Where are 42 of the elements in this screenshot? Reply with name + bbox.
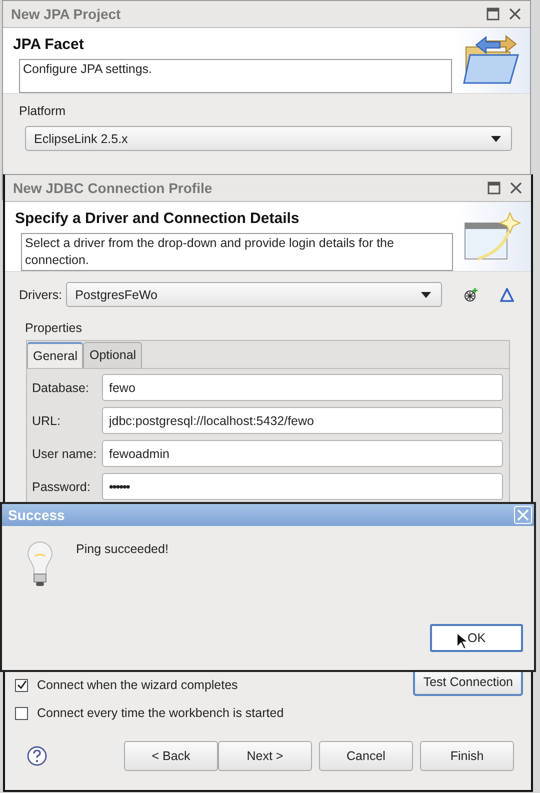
help-icon[interactable]	[27, 746, 47, 766]
caret-icon	[491, 136, 501, 142]
tab[interactable]: General	[27, 342, 84, 368]
checkbox-label[interactable]: Connect when the wizard completes	[37, 678, 238, 692]
field-label: Password:	[32, 480, 92, 494]
page-title: Specify a Driver and Connection Details	[15, 210, 300, 227]
checkbox[interactable]	[15, 678, 28, 692]
caret-icon	[421, 292, 432, 298]
input-field[interactable]: fewoadmin	[102, 440, 503, 467]
page-description: Configure JPA settings.	[19, 59, 452, 93]
checkbox[interactable]	[15, 706, 28, 720]
driver-dropdown[interactable]: PostgresFeWo	[66, 282, 442, 307]
page-description: Select a driver from the drop-down and provide login details for the connection.	[21, 233, 453, 271]
new-driver-icon[interactable]	[464, 288, 478, 302]
platform-dropdown[interactable]: EclipseLink 2.5.x	[25, 126, 512, 151]
input-field[interactable]: fewo	[102, 374, 503, 401]
field-label: Drivers:	[19, 288, 62, 302]
checkbox-label[interactable]: Connect every time the workbench is started	[37, 706, 284, 720]
field-label: User name:	[32, 446, 98, 460]
window-title: New JPA Project	[11, 6, 122, 22]
wizard-button[interactable]: Cancel	[319, 741, 413, 771]
close-icon[interactable]	[509, 181, 523, 195]
maximize-icon[interactable]	[486, 7, 500, 21]
maximize-icon[interactable]	[487, 181, 501, 195]
triangle-icon[interactable]	[500, 288, 514, 302]
field-label: Database:	[32, 380, 90, 394]
wizard-button[interactable]: Next >	[218, 741, 312, 771]
field-label: Platform	[19, 104, 67, 118]
dialog-title: Success	[8, 507, 66, 523]
tab[interactable]: Optional	[83, 342, 142, 368]
wizard-button[interactable]: < Back	[124, 741, 218, 771]
ok-button[interactable]: OK	[430, 624, 523, 652]
page-title: JPA Facet	[13, 36, 85, 53]
close-icon[interactable]	[508, 7, 522, 21]
password-field[interactable]: ••••••	[102, 473, 503, 500]
window-title: New JDBC Connection Profile	[13, 180, 214, 196]
section-label: Properties	[24, 320, 83, 337]
field-label: URL:	[32, 414, 62, 428]
wizard-button[interactable]: Finish	[420, 741, 514, 771]
input-field[interactable]: jdbc:postgresql://localhost:5432/fewo	[102, 407, 503, 434]
dialog-message: Ping succeeded!	[76, 542, 168, 558]
cursor-icon	[456, 632, 468, 650]
